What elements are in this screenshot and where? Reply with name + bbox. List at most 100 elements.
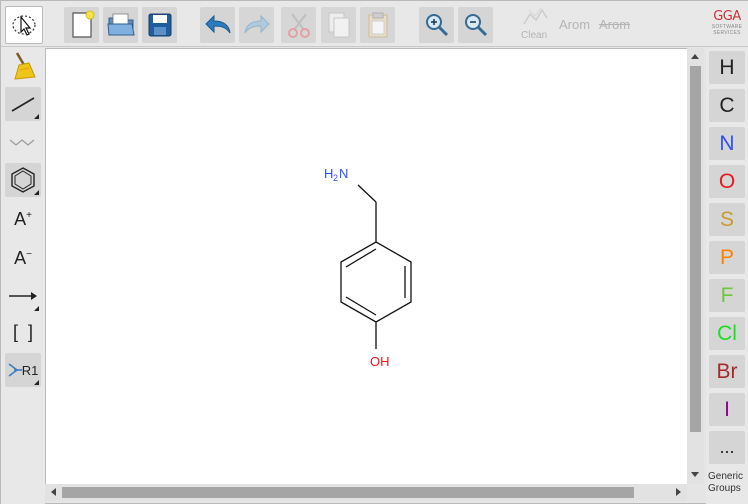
paste-clipboard-icon	[368, 12, 387, 38]
atom-palette: H C N O S P F Cl Br I ... Generic Groups	[706, 47, 748, 504]
open-folder-icon	[106, 13, 135, 36]
benzene-ring	[340, 241, 412, 323]
charge-plus-letter: A	[14, 208, 27, 229]
save-disk-icon	[148, 13, 171, 37]
amine-h-label[interactable]: H	[324, 166, 333, 181]
chain-icon	[9, 139, 35, 146]
paste-button[interactable]	[360, 7, 395, 43]
submenu-corner-icon	[34, 380, 39, 385]
charge-plus-sign: +	[26, 209, 32, 221]
atom-button-cl[interactable]: Cl	[709, 317, 745, 350]
logo-subtitle-2: SERVICES	[713, 30, 741, 36]
copy-icon	[328, 12, 349, 38]
save-button[interactable]	[142, 7, 177, 43]
vertical-scroll-thumb[interactable]	[690, 66, 701, 432]
atom-symbol: H	[719, 55, 735, 79]
reaction-arrow-button[interactable]	[5, 279, 41, 313]
ketcher-editor: Clean Arom Arom GGA SOFTWARE SERVICES A …	[0, 0, 748, 504]
clean-button[interactable]	[517, 5, 553, 29]
zoom-out-button[interactable]	[458, 7, 493, 43]
atom-symbol: O	[718, 169, 736, 193]
broom-icon	[14, 52, 36, 80]
scroll-right-icon[interactable]	[676, 488, 681, 496]
atom-symbol: Cl	[717, 321, 737, 345]
atom-symbol: P	[719, 245, 734, 269]
redo-arrow-icon	[244, 14, 270, 34]
undo-arrow-icon	[204, 14, 230, 34]
cut-button[interactable]	[281, 7, 316, 43]
rgroup-label: R1	[21, 362, 39, 378]
amine-n-label[interactable]: N	[339, 166, 348, 181]
sgroup-bracket-button[interactable]: [ ]	[5, 315, 41, 349]
generic-groups-line1: Generic	[708, 471, 744, 482]
zoom-in-icon	[425, 14, 448, 37]
select-tool-button[interactable]	[5, 6, 43, 44]
aromatize-button[interactable]: Arom	[559, 17, 590, 32]
atom-button-o[interactable]: O	[709, 165, 745, 198]
atom-button-s[interactable]: S	[709, 203, 745, 236]
atom-symbol: N	[719, 131, 735, 155]
single-bond-tool-button[interactable]	[5, 87, 41, 121]
molecule-drawing: H 2 N OH	[324, 166, 412, 369]
submenu-corner-icon	[34, 114, 39, 119]
hydroxyl-label[interactable]: OH	[370, 354, 390, 369]
benzene-template-button[interactable]	[5, 163, 41, 197]
scroll-down-icon[interactable]	[691, 472, 699, 477]
charge-minus-sign: −	[26, 248, 32, 260]
more-atoms-button[interactable]: ...	[709, 431, 745, 464]
left-toolbar: A + A − [ ] R1	[1, 47, 45, 504]
generic-groups-button[interactable]: Generic Groups	[708, 471, 748, 495]
generic-groups-line2: Groups	[708, 483, 741, 494]
submenu-corner-icon	[34, 306, 39, 311]
atom-button-p[interactable]: P	[709, 241, 745, 274]
atom-symbol: I	[724, 397, 730, 421]
submenu-corner-icon	[34, 190, 39, 195]
aromatic-double-bond-1	[345, 248, 377, 268]
top-toolbar: Clean Arom Arom GGA SOFTWARE SERVICES	[1, 1, 748, 47]
erase-tool-button[interactable]	[5, 49, 41, 83]
redo-button[interactable]	[239, 7, 274, 43]
charge-plus-button[interactable]: A +	[5, 202, 41, 236]
clean-label: Clean	[521, 30, 548, 41]
atom-symbol: C	[719, 93, 735, 117]
atom-button-n[interactable]: N	[709, 127, 745, 160]
undo-button[interactable]	[200, 7, 235, 43]
logo-text: GGA	[713, 9, 741, 24]
gga-logo: GGA SOFTWARE SERVICES	[707, 9, 747, 37]
chain-tool-button[interactable]	[5, 125, 41, 159]
bracket-label: [ ]	[12, 321, 33, 342]
charge-minus-button[interactable]: A −	[5, 241, 41, 275]
dearomatize-button[interactable]: Arom	[599, 17, 630, 32]
scissors-icon	[287, 13, 310, 38]
scroll-up-icon[interactable]	[691, 54, 699, 59]
amine-subscript: 2	[333, 173, 338, 183]
atom-button-i[interactable]: I	[709, 393, 745, 426]
more-label: ...	[719, 437, 735, 457]
rgroup-tool-button[interactable]: R1	[5, 353, 41, 387]
horizontal-scroll-thumb[interactable]	[62, 487, 634, 498]
open-file-button[interactable]	[103, 7, 138, 43]
atom-button-h[interactable]: H	[709, 51, 745, 84]
clean-structure-icon	[523, 7, 548, 25]
copy-button[interactable]	[321, 7, 356, 43]
rgroup-icon	[8, 363, 22, 377]
vertical-scrollbar[interactable]	[687, 48, 704, 484]
charge-minus-letter: A	[14, 247, 27, 268]
drawing-canvas[interactable]: H 2 N OH	[45, 48, 687, 484]
atom-symbol: Br	[716, 359, 738, 383]
bond-amine-ch2	[357, 184, 377, 203]
new-document-icon	[71, 10, 94, 38]
atom-button-f[interactable]: F	[709, 279, 745, 312]
aromatic-double-bond-3	[345, 296, 377, 316]
single-bond-icon	[11, 97, 35, 112]
horizontal-scrollbar[interactable]	[45, 484, 687, 501]
new-document-button[interactable]	[64, 7, 99, 43]
lasso-select-icon	[12, 15, 36, 36]
atom-symbol: S	[719, 207, 734, 231]
zoom-in-button[interactable]	[419, 7, 454, 43]
atom-button-br[interactable]: Br	[709, 355, 745, 388]
zoom-out-icon	[464, 14, 487, 37]
atom-button-c[interactable]: C	[709, 89, 745, 122]
scroll-left-icon[interactable]	[51, 488, 56, 496]
atom-symbol: F	[720, 283, 734, 307]
